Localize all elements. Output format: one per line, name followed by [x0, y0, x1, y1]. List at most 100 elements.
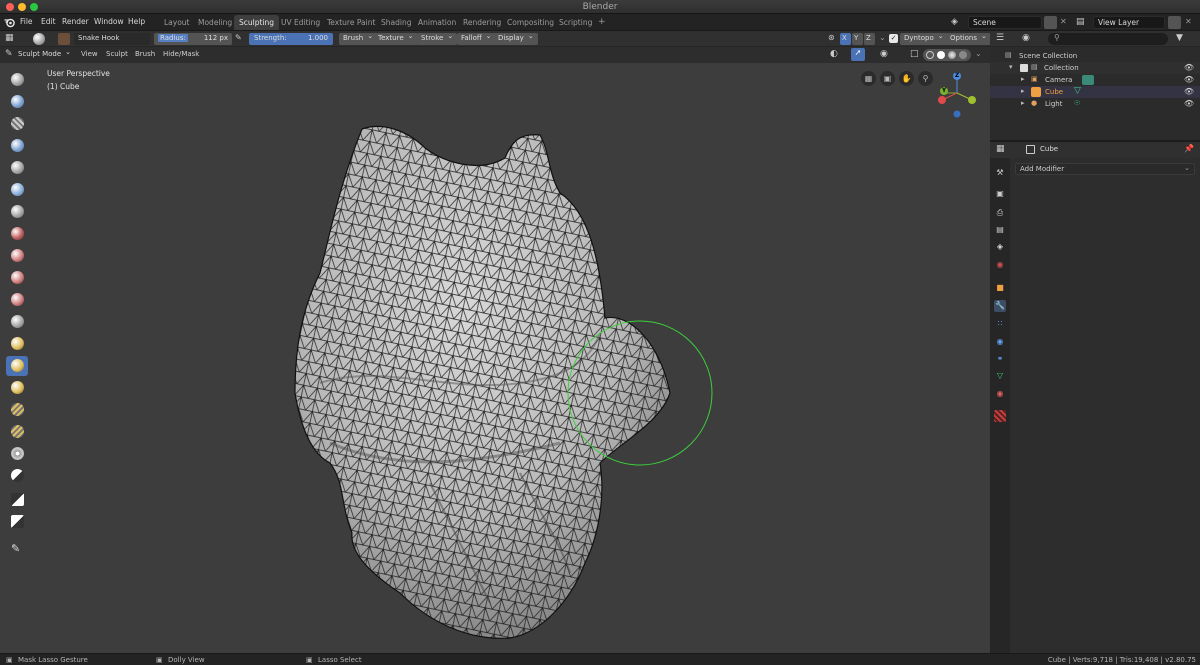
collection-checkbox[interactable] — [1020, 64, 1028, 72]
pinch-tool-icon[interactable] — [6, 334, 28, 354]
crease-tool-icon[interactable] — [6, 224, 28, 244]
outliner-search-input[interactable] — [1048, 33, 1168, 45]
expand-arrow-icon[interactable]: ▸ — [1021, 87, 1025, 95]
snake-hook-tool-icon[interactable] — [6, 356, 28, 376]
menu-sculpt[interactable]: Sculpt — [106, 50, 128, 58]
tab-shading[interactable]: Shading — [376, 15, 416, 30]
filter-icon[interactable]: ▼ — [1176, 33, 1183, 43]
simplify-tool-icon[interactable] — [6, 466, 28, 486]
light-visibility-eye-icon[interactable]: 👁 — [1184, 99, 1194, 108]
outliner-editor-icon[interactable]: ☰ — [996, 33, 1004, 43]
pan-hand-icon[interactable]: ✋ — [899, 71, 914, 86]
collection-row[interactable]: ▾ ▤ Collection 👁 — [990, 62, 1200, 74]
scene-tab-icon[interactable]: ◈ — [994, 241, 1006, 253]
add-modifier-dropdown[interactable]: Add Modifier ⌄ — [1015, 163, 1195, 175]
view-layer-tab-icon[interactable]: ▤ — [994, 224, 1006, 236]
solid-shading-icon[interactable] — [937, 51, 945, 59]
editor-type-icon[interactable]: ▦ — [5, 33, 14, 43]
draw-tool-icon[interactable] — [6, 70, 28, 90]
mirror-y-toggle[interactable]: Y — [852, 33, 863, 45]
visibility-icon[interactable]: ◐ — [830, 49, 838, 59]
tab-layout[interactable]: Layout — [159, 15, 195, 30]
layer-tool-icon[interactable] — [6, 158, 28, 178]
menu-hide-mask[interactable]: Hide/Mask — [163, 50, 199, 58]
scene-icon[interactable]: ◈ — [951, 17, 958, 27]
tab-compositing[interactable]: Compositing — [502, 15, 559, 30]
menu-brush[interactable]: Brush — [135, 50, 155, 58]
menu-help[interactable]: Help — [128, 17, 145, 26]
grab-tool-icon[interactable] — [6, 378, 28, 398]
texture-tab-icon[interactable] — [994, 410, 1006, 422]
brush-dropdown[interactable]: Brush — [339, 33, 378, 45]
menu-edit[interactable]: Edit — [41, 17, 56, 26]
gizmo-z-axis[interactable]: Z — [953, 72, 961, 80]
fill-tool-icon[interactable] — [6, 290, 28, 310]
tab-sculpting[interactable]: Sculpting — [234, 15, 280, 30]
delete-view-layer-icon[interactable]: ✕ — [1185, 17, 1192, 26]
xray-icon[interactable]: □ — [910, 49, 919, 59]
dyntopo-dropdown[interactable]: Dyntopo — [900, 33, 948, 45]
world-tab-icon[interactable]: ◉ — [994, 259, 1006, 271]
collection-visibility-eye-icon[interactable]: 👁 — [1184, 63, 1194, 72]
tab-rendering[interactable]: Rendering — [458, 15, 506, 30]
output-tab-icon[interactable]: ⎙ — [994, 207, 1006, 219]
outliner-item-cube[interactable]: ▸ Cube ▽ 👁 — [990, 86, 1200, 98]
tab-modeling[interactable]: Modeling — [193, 15, 237, 30]
strength-slider[interactable]: Strength: 1.000 — [249, 33, 333, 45]
menu-render[interactable]: Render — [62, 17, 89, 26]
falloff-dropdown[interactable]: Falloff — [457, 33, 496, 45]
gizmo-x-axis[interactable] — [938, 96, 946, 104]
new-scene-button[interactable] — [1044, 16, 1057, 29]
mask-tool-icon[interactable] — [6, 490, 28, 510]
zoom-magnifier-icon[interactable]: ⚲ — [918, 71, 933, 86]
menu-window[interactable]: Window — [94, 17, 124, 26]
tab-uv-editing[interactable]: UV Editing — [276, 15, 325, 30]
3d-viewport[interactable]: User Perspective (1) Cube ▦ ▣ ✋ ⚲ Z Y — [0, 63, 990, 653]
scrape-tool-icon[interactable] — [6, 312, 28, 332]
menu-file[interactable]: File — [20, 17, 33, 26]
rendered-shading-icon[interactable] — [959, 51, 967, 59]
properties-editor-icon[interactable]: ▦ — [996, 144, 1005, 154]
material-shading-icon[interactable] — [948, 51, 956, 59]
outliner-item-light[interactable]: ▸ ● Light ☉ 👁 — [990, 98, 1200, 110]
add-workspace-button[interactable]: + — [593, 14, 611, 29]
clay-tool-icon[interactable] — [6, 114, 28, 134]
particles-tab-icon[interactable]: ∷ — [994, 318, 1006, 330]
menu-view[interactable]: View — [81, 50, 98, 58]
camera-icon[interactable]: ▣ — [880, 71, 895, 86]
tab-animation[interactable]: Animation — [413, 15, 461, 30]
physics-tab-icon[interactable]: ◉ — [994, 336, 1006, 348]
blob-tool-icon[interactable] — [6, 202, 28, 222]
tab-scripting[interactable]: Scripting — [554, 15, 597, 30]
radius-field[interactable]: Radius: 112 px — [154, 33, 232, 45]
display-dropdown[interactable]: Display — [494, 33, 538, 45]
symmetry-icon[interactable]: ⊛ — [828, 33, 835, 42]
render-tab-icon[interactable]: ▣ — [994, 188, 1006, 200]
texture-dropdown[interactable]: Texture — [374, 33, 418, 45]
brush-thumbnail-icon[interactable] — [58, 33, 70, 45]
new-view-layer-button[interactable] — [1168, 16, 1181, 29]
scene-selector[interactable]: Scene — [968, 16, 1042, 29]
material-tab-icon[interactable]: ◉ — [994, 388, 1006, 400]
camera-visibility-eye-icon[interactable]: 👁 — [1184, 75, 1194, 84]
mode-selector[interactable]: Sculpt Mode — [14, 49, 75, 61]
smooth-tool-icon[interactable] — [6, 246, 28, 266]
expand-arrow-icon[interactable]: ▸ — [1021, 99, 1025, 107]
modifier-wrench-icon[interactable]: 🔧 — [994, 300, 1006, 312]
expand-arrow-icon[interactable]: ▾ — [1009, 63, 1013, 71]
stroke-dropdown[interactable]: Stroke — [417, 33, 458, 45]
rotate-tool-icon[interactable] — [6, 444, 28, 464]
gizmo-toggle-icon[interactable]: ➚ — [851, 48, 865, 61]
display-mode-icon[interactable]: ◉ — [1022, 33, 1030, 43]
chevron-down-icon[interactable]: ⌄ — [879, 33, 886, 42]
mesh-data-tab-icon[interactable]: ▽ — [994, 370, 1006, 382]
pressure-pen-icon[interactable]: ✎ — [235, 33, 242, 42]
sculpted-mesh[interactable] — [0, 63, 990, 653]
box-mask-tool-icon[interactable] — [6, 512, 28, 532]
gizmo-y-axis[interactable]: Y — [940, 87, 948, 95]
chevron-down-icon[interactable]: ⌄ — [975, 49, 982, 58]
flatten-tool-icon[interactable] — [6, 268, 28, 288]
wireframe-shading-icon[interactable] — [926, 51, 934, 59]
pin-icon[interactable]: 📌 — [1184, 144, 1194, 153]
mirror-x-toggle[interactable]: X — [840, 33, 851, 45]
